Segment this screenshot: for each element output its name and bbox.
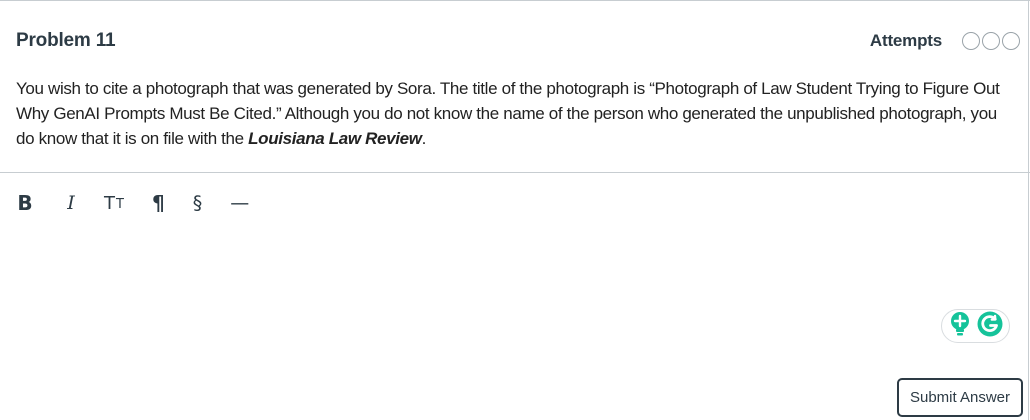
top-divider <box>0 0 1030 1</box>
paragraph-symbol-button[interactable]: ¶ <box>152 188 165 218</box>
attempts-dots <box>960 32 1020 50</box>
attempt-dot <box>982 32 1000 50</box>
submit-answer-button[interactable]: Submit Answer <box>897 378 1023 417</box>
right-border <box>1028 0 1029 420</box>
text-size-large-glyph: T <box>104 192 115 214</box>
attempts-label: Attempts <box>869 31 942 50</box>
problem-title: Problem 11 <box>16 30 116 51</box>
formatting-toolbar: B I TT ¶ § — <box>16 188 249 218</box>
italic-button[interactable]: I <box>62 188 80 218</box>
dash-button[interactable]: — <box>230 188 249 218</box>
question-journal-name: Louisiana Law Review <box>248 129 422 148</box>
attempt-dot <box>1002 32 1020 50</box>
grammarly-widget[interactable] <box>941 309 1010 343</box>
text-size-small-glyph: T <box>116 196 124 212</box>
section-symbol-button[interactable]: § <box>193 188 203 218</box>
section-divider <box>0 172 1030 173</box>
question-text-part1: You wish to cite a photograph that was g… <box>16 79 1000 148</box>
grammarly-g-icon[interactable] <box>977 311 1003 342</box>
question-text: You wish to cite a photograph that was g… <box>16 76 1006 151</box>
answer-editor[interactable] <box>16 226 1006 366</box>
attempts-indicator: Attempts <box>870 31 1020 51</box>
question-text-part2: . <box>421 129 427 148</box>
bold-button[interactable]: B <box>16 188 34 218</box>
text-size-button[interactable]: TT <box>104 188 124 218</box>
lightbulb-icon[interactable] <box>949 311 971 342</box>
attempt-dot <box>962 32 980 50</box>
problem-header: Problem 11 Attempts <box>16 28 1020 54</box>
